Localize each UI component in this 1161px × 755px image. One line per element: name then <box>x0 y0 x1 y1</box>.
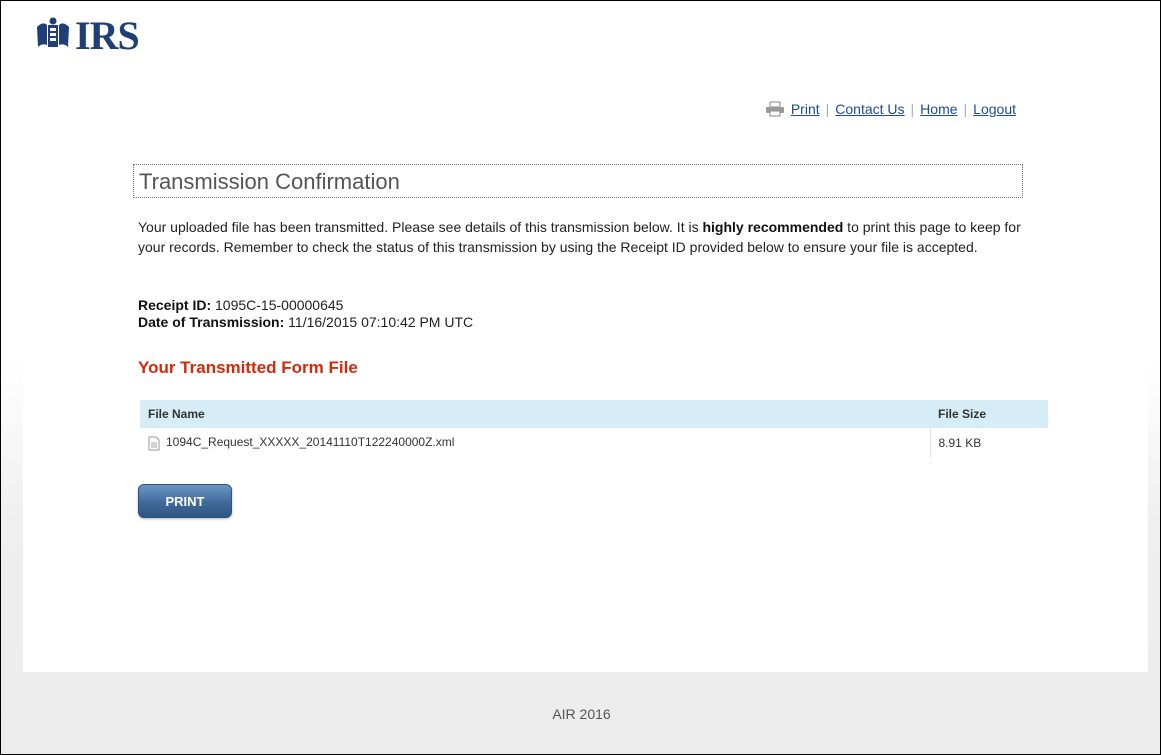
column-header-file-name: File Name <box>140 400 930 428</box>
logout-link[interactable]: Logout <box>973 101 1016 117</box>
intro-emphasis: highly recommended <box>702 219 844 235</box>
file-size-cell: 8.91 KB <box>929 428 1048 458</box>
footer-text: AIR 2016 <box>552 706 611 722</box>
content-panel: Print | Contact Us | Home | Logout Trans… <box>23 75 1148 672</box>
receipt-id-label: Receipt ID: <box>138 297 212 313</box>
file-name: 1094C_Request_XXXXX_20141110T122240000Z.… <box>166 435 455 450</box>
transmission-details: Receipt ID: 1095C-15-00000645 Date of Tr… <box>138 297 473 331</box>
page-title-box: Transmission Confirmation <box>133 164 1023 198</box>
top-links: Print | Contact Us | Home | Logout <box>765 101 1016 117</box>
intro-paragraph: Your uploaded file has been transmitted.… <box>138 217 1033 257</box>
home-link[interactable]: Home <box>920 101 957 117</box>
intro-text-1: Your uploaded file has been transmitted.… <box>138 219 703 235</box>
file-name-cell: 1094C_Request_XXXXX_20141110T122240000Z.… <box>140 428 930 458</box>
transmission-date-row: Date of Transmission: 11/16/2015 07:10:4… <box>138 314 473 331</box>
document-icon <box>148 436 160 451</box>
transmission-date-value: 11/16/2015 07:10:42 PM UTC <box>284 314 474 330</box>
link-divider: | <box>825 101 830 117</box>
page-title: Transmission Confirmation <box>139 169 400 194</box>
column-header-file-size: File Size <box>930 400 1048 428</box>
printer-icon[interactable] <box>765 101 785 117</box>
receipt-id-row: Receipt ID: 1095C-15-00000645 <box>138 297 473 314</box>
irs-logo[interactable]: IRS <box>33 9 140 61</box>
contact-us-link[interactable]: Contact Us <box>835 101 904 117</box>
page-frame: IRS Print | Contact Us | Home | Logout T… <box>0 0 1161 755</box>
print-button[interactable]: PRINT <box>138 484 232 518</box>
section-title: Your Transmitted Form File <box>138 358 358 377</box>
print-link[interactable]: Print <box>791 101 820 117</box>
table-header-row: File Name File Size <box>140 400 1048 428</box>
logo-text: IRS <box>75 12 140 58</box>
transmission-date-label: Date of Transmission: <box>138 314 285 330</box>
eagle-icon <box>37 17 69 47</box>
receipt-id-value: 1095C-15-00000645 <box>211 297 344 313</box>
file-table: File Name File Size 1094C_Request_XXXXX_… <box>140 400 1048 458</box>
link-divider: | <box>910 101 915 117</box>
table-row: 1094C_Request_XXXXX_20141110T122240000Z.… <box>140 428 1048 458</box>
link-divider: | <box>963 101 968 117</box>
